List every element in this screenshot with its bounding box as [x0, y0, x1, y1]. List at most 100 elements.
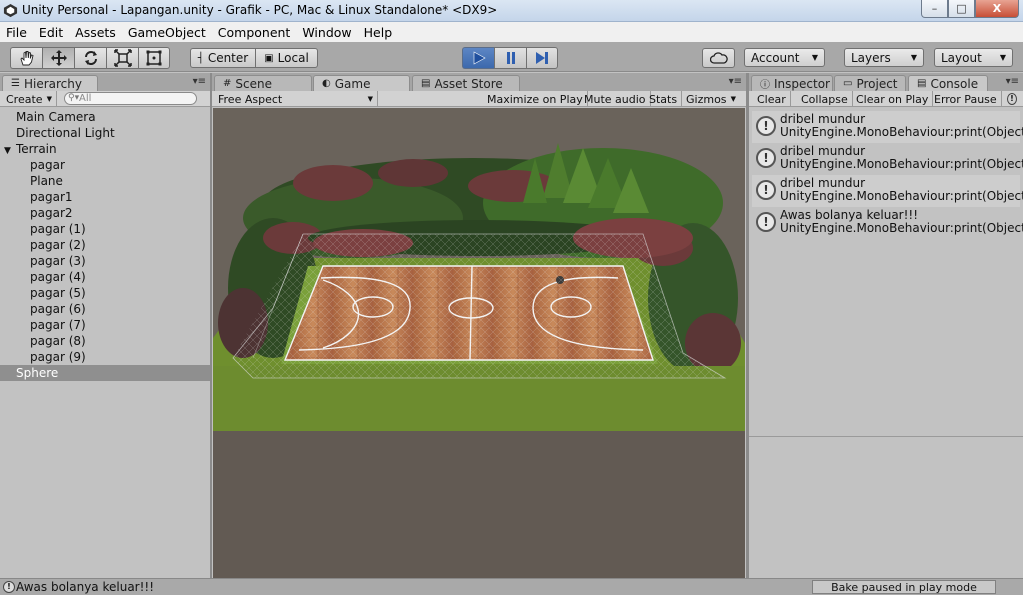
tab-game[interactable]: ◐ Game — [313, 75, 410, 91]
tab-inspector-label: Inspector — [774, 76, 830, 91]
status-message[interactable]: Awas bolanya keluar!!! — [16, 580, 154, 594]
aspect-dropdown[interactable]: Free Aspect ▼ — [214, 91, 378, 107]
hierarchy-tree: Main Camera Directional Light ▼ Terrain paga… — [0, 109, 210, 381]
minimize-button[interactable]: – — [921, 0, 948, 18]
create-label: Create — [6, 92, 43, 106]
hierarchy-item[interactable]: Sphere — [0, 365, 210, 381]
tab-scene[interactable]: # Scene — [214, 75, 312, 91]
close-button[interactable]: X — [975, 0, 1019, 18]
stats-toggle[interactable]: Stats — [645, 91, 683, 107]
hierarchy-item[interactable]: pagar (3) — [0, 253, 210, 269]
menu-component[interactable]: Component — [212, 25, 297, 40]
rotate-tool-icon[interactable] — [74, 47, 106, 69]
hierarchy-search-input[interactable]: ⚲▾ All — [64, 92, 197, 105]
hierarchy-item[interactable]: pagar1 — [0, 189, 210, 205]
center-tabrow: # Scene ◐ Game ▤ Asset Store ▾≡ — [212, 73, 746, 91]
pause-button[interactable] — [494, 47, 526, 69]
maximize-on-play-toggle[interactable]: Maximize on Play — [483, 91, 588, 107]
hand-tool-icon[interactable] — [10, 47, 42, 69]
collapse-toggle[interactable]: Collapse — [797, 91, 853, 107]
error-pause-toggle[interactable]: Error Pause — [930, 91, 1002, 107]
hierarchy-item[interactable]: pagar — [0, 157, 210, 173]
pivot-center-button[interactable]: ┤ Center — [190, 48, 256, 68]
maximize-button[interactable]: □ — [948, 0, 975, 18]
console-log-entry[interactable]: ! Awas bolanya keluar!!! UnityEngine.Mon… — [752, 207, 1023, 239]
tab-game-label: Game — [334, 76, 371, 91]
hierarchy-item[interactable]: ▼ Terrain — [0, 141, 210, 157]
layers-dropdown[interactable]: Layers ▼ — [844, 48, 924, 67]
panel-menu-icon[interactable]: ▾≡ — [193, 76, 206, 87]
panel-menu-icon[interactable]: ▾≡ — [1006, 76, 1019, 87]
hierarchy-item[interactable]: pagar (8) — [0, 333, 210, 349]
stats-label: Stats — [649, 92, 678, 106]
hierarchy-item[interactable]: pagar (6) — [0, 301, 210, 317]
create-dropdown[interactable]: Create ▼ — [2, 91, 57, 107]
hierarchy-item[interactable]: Main Camera — [0, 109, 210, 125]
hierarchy-item[interactable]: Directional Light — [0, 125, 210, 141]
play-button[interactable] — [462, 47, 494, 69]
menu-edit[interactable]: Edit — [33, 25, 69, 40]
account-dropdown[interactable]: Account ▼ — [744, 48, 825, 67]
expand-arrow-icon[interactable]: ▼ — [4, 143, 16, 159]
scale-tool-icon[interactable] — [106, 47, 138, 69]
layout-dropdown[interactable]: Layout ▼ — [934, 48, 1013, 67]
tab-console[interactable]: ▤ Console — [908, 75, 988, 91]
gizmos-label: Gizmos — [686, 92, 727, 106]
hierarchy-item-label: Directional Light — [16, 126, 115, 140]
move-tool-icon[interactable] — [42, 47, 74, 69]
pivot-local-button[interactable]: ▣ Local — [255, 48, 318, 68]
menu-file[interactable]: File — [0, 25, 33, 40]
dropdown-arrow-icon: ▼ — [730, 95, 736, 103]
info-filter-toggle[interactable]: ! — [1003, 91, 1021, 107]
log-stacktrace: UnityEngine.MonoBehaviour:print(Object) — [780, 221, 1023, 235]
window-title: Unity Personal - Lapangan.unity - Grafik… — [22, 3, 498, 17]
hierarchy-item[interactable]: pagar (1) — [0, 221, 210, 237]
game-view[interactable] — [213, 108, 745, 578]
hierarchy-item[interactable]: Plane — [0, 173, 210, 189]
hierarchy-item[interactable]: pagar (5) — [0, 285, 210, 301]
menu-assets[interactable]: Assets — [69, 25, 122, 40]
tab-hierarchy[interactable]: ☰ Hierarchy — [2, 75, 98, 91]
console-log-entry[interactable]: ! dribel mundur UnityEngine.MonoBehaviou… — [752, 175, 1023, 207]
clear-button[interactable]: Clear — [753, 91, 791, 107]
hierarchy-item[interactable]: pagar (4) — [0, 269, 210, 285]
tab-console-label: Console — [930, 76, 979, 91]
clear-on-play-toggle[interactable]: Clear on Play — [852, 91, 934, 107]
menu-window[interactable]: Window — [296, 25, 357, 40]
menu-gameobject[interactable]: GameObject — [122, 25, 212, 40]
tab-asset-store[interactable]: ▤ Asset Store — [412, 75, 520, 91]
panel-menu-icon[interactable]: ▾≡ — [729, 76, 742, 87]
unity-logo-icon — [3, 3, 18, 18]
info-icon: ! — [756, 212, 776, 232]
hierarchy-item[interactable]: pagar (9) — [0, 349, 210, 365]
hierarchy-item-label: Main Camera — [16, 110, 96, 124]
dropdown-arrow-icon: ▼ — [46, 95, 52, 103]
gizmos-dropdown[interactable]: Gizmos ▼ — [682, 91, 740, 107]
pivot-label: Center — [207, 51, 249, 65]
hierarchy-item-label: pagar1 — [30, 190, 73, 204]
tab-asset-store-label: Asset Store — [434, 76, 503, 91]
cloud-button[interactable] — [702, 48, 735, 68]
tab-project[interactable]: ▭ Project — [834, 75, 906, 91]
hierarchy-panel: ☰ Hierarchy ▾≡ Create ▼ ⚲▾ All Main Came… — [0, 73, 210, 578]
hierarchy-item-label: pagar (7) — [30, 318, 86, 332]
tab-project-label: Project — [856, 76, 898, 91]
game-scene-render — [213, 108, 745, 578]
search-placeholder: All — [79, 93, 92, 104]
menu-help[interactable]: Help — [358, 25, 399, 40]
hierarchy-item[interactable]: pagar (2) — [0, 237, 210, 253]
game-toolbar: Free Aspect ▼ Maximize on Play Mute audi… — [212, 91, 746, 107]
folder-icon: ▭ — [843, 78, 853, 89]
hierarchy-item[interactable]: pagar2 — [0, 205, 210, 221]
hierarchy-item[interactable]: pagar (7) — [0, 317, 210, 333]
console-detail-divider[interactable] — [749, 436, 1023, 437]
step-button[interactable] — [526, 47, 558, 69]
mute-audio-toggle[interactable]: Mute audio — [580, 91, 651, 107]
hierarchy-item-label: pagar (1) — [30, 222, 86, 236]
tab-inspector[interactable]: ⓘ Inspector — [751, 75, 833, 91]
status-info-icon: ! — [3, 581, 15, 593]
hierarchy-item-label: pagar (8) — [30, 334, 86, 348]
console-log-entry[interactable]: ! dribel mundur UnityEngine.MonoBehaviou… — [752, 143, 1023, 175]
rect-tool-icon[interactable] — [138, 47, 170, 69]
console-log-entry[interactable]: ! dribel mundur UnityEngine.MonoBehaviou… — [752, 111, 1023, 143]
